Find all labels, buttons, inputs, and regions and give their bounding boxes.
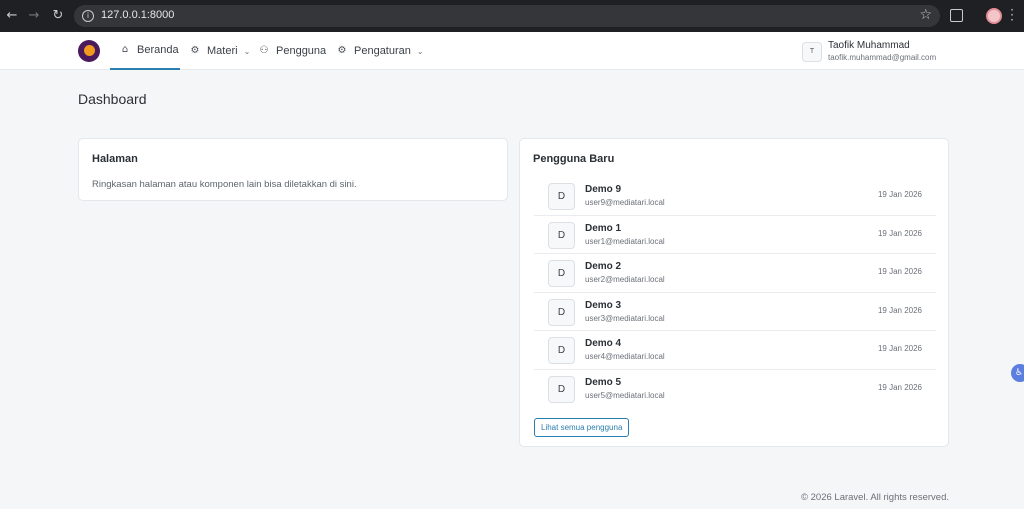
user-name: Demo 1 — [585, 222, 622, 234]
list-item[interactable]: D Demo 3 user3@mediatari.local 19 Jan 20… — [534, 293, 936, 331]
avatar: T — [802, 41, 822, 62]
reload-icon[interactable]: ↻ — [50, 8, 66, 24]
back-icon[interactable]: ← — [4, 8, 20, 24]
card-title: Pengguna Baru — [533, 153, 615, 165]
view-all-users-button[interactable]: Lihat semua pengguna — [534, 418, 630, 437]
page-title: Dashboard — [78, 91, 147, 107]
chevron-down-icon: ⌄ — [416, 46, 424, 56]
user-name: Taofik Muhammad — [828, 40, 910, 51]
user-name: Demo 3 — [585, 299, 622, 311]
list-item[interactable]: D Demo 4 user4@mediatari.local 19 Jan 20… — [534, 331, 936, 370]
profile-icon[interactable] — [986, 8, 1002, 24]
list-item[interactable]: D Demo 9 user9@mediatari.local 19 Jan 20… — [534, 177, 936, 216]
join-date: 19 Jan 2026 — [877, 267, 922, 276]
halaman-card: Halaman Ringkasan halaman atau komponen … — [78, 138, 508, 201]
user-email: user9@mediatari.local — [585, 198, 665, 207]
address-bar[interactable]: i 127.0.0.1:8000 ☆ — [74, 5, 940, 27]
browser-toolbar: ← → ↻ i 127.0.0.1:8000 ☆ · · · — [0, 0, 1024, 32]
avatar: D — [548, 221, 575, 249]
extensions-icon[interactable] — [950, 9, 963, 22]
user-menu[interactable]: T Taofik Muhammad taofik.muhammad@gmail.… — [802, 40, 936, 63]
forward-icon[interactable]: → — [26, 8, 42, 24]
card-text: Ringkasan halaman atau komponen lain bis… — [92, 179, 357, 190]
list-item[interactable]: D Demo 1 user1@mediatari.local 19 Jan 20… — [534, 216, 936, 254]
accessibility-icon[interactable]: ♿ — [1011, 364, 1024, 382]
join-date: 19 Jan 2026 — [877, 344, 922, 353]
user-name: Demo 9 — [585, 184, 622, 195]
nav-item-label: Pengguna — [276, 45, 327, 57]
users-icon: ⚇ — [259, 45, 269, 56]
user-name: Demo 5 — [585, 376, 622, 388]
bookmark-star-icon[interactable]: ☆ — [919, 7, 932, 23]
join-date: 19 Jan 2026 — [877, 305, 922, 315]
avatar: D — [548, 183, 575, 210]
nav-item-label: Beranda — [137, 44, 179, 56]
list-item[interactable]: D Demo 5 user5@mediatari.local 19 Jan 20… — [534, 370, 936, 409]
user-email: user3@mediatari.local — [585, 313, 665, 323]
user-email: user5@mediatari.local — [585, 390, 665, 400]
user-email: user2@mediatari.local — [585, 275, 665, 284]
footer-text: © 2026 Laravel. All rights reserved. — [801, 492, 949, 503]
app-navbar: ⌂ Beranda ⚙ Materi ⌄ ⚇ Pengguna ⚙ Pengat… — [0, 32, 1024, 70]
nav-item-materi[interactable]: ⚙ Materi ⌄ — [189, 32, 251, 70]
nav-item-beranda[interactable]: ⌂ Beranda — [110, 32, 180, 70]
nav-item-label: Materi — [207, 45, 238, 57]
user-email: taofik.muhammad@gmail.com — [828, 53, 937, 62]
nav-item-pengguna[interactable]: ⚇ Pengguna — [258, 32, 327, 70]
avatar: D — [548, 298, 575, 326]
nav-item-label: Pengaturan — [354, 45, 411, 57]
user-list: D Demo 9 user9@mediatari.local 19 Jan 20… — [534, 177, 936, 408]
chevron-down-icon: ⌄ — [243, 46, 251, 56]
user-email: user1@mediatari.local — [585, 236, 665, 246]
home-icon: ⌂ — [121, 44, 129, 55]
app-logo[interactable] — [78, 40, 100, 62]
user-email: user4@mediatari.local — [585, 352, 665, 361]
user-name: Demo 4 — [585, 338, 622, 349]
avatar: D — [548, 375, 575, 403]
join-date: 19 Jan 2026 — [877, 382, 922, 392]
more-menu-icon[interactable]: · · · — [1010, 4, 1014, 26]
avatar: D — [548, 260, 575, 287]
nav-item-pengaturan[interactable]: ⚙ Pengaturan ⌄ — [336, 32, 424, 70]
gear-icon: ⚙ — [337, 45, 347, 56]
new-users-card: Pengguna Baru D Demo 9 user9@mediatari.l… — [519, 138, 949, 447]
join-date: 19 Jan 2026 — [877, 228, 922, 238]
user-name: Demo 2 — [585, 261, 622, 272]
card-title: Halaman — [92, 153, 138, 165]
join-date: 19 Jan 2026 — [877, 190, 922, 199]
list-item[interactable]: D Demo 2 user2@mediatari.local 19 Jan 20… — [534, 254, 936, 293]
url-text: 127.0.0.1:8000 — [101, 9, 175, 21]
site-info-icon[interactable]: i — [82, 10, 94, 22]
gear-icon: ⚙ — [190, 45, 200, 56]
avatar: D — [548, 337, 575, 364]
